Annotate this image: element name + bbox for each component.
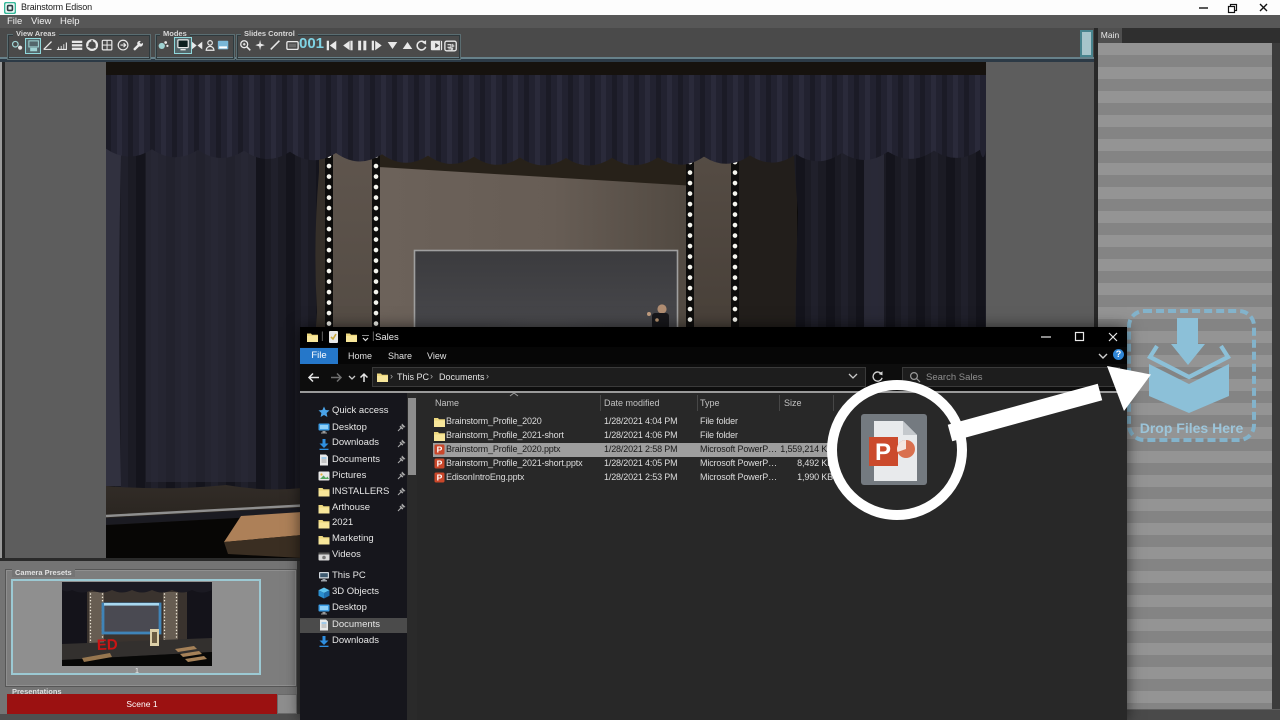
svg-text:P: P [875,439,891,466]
